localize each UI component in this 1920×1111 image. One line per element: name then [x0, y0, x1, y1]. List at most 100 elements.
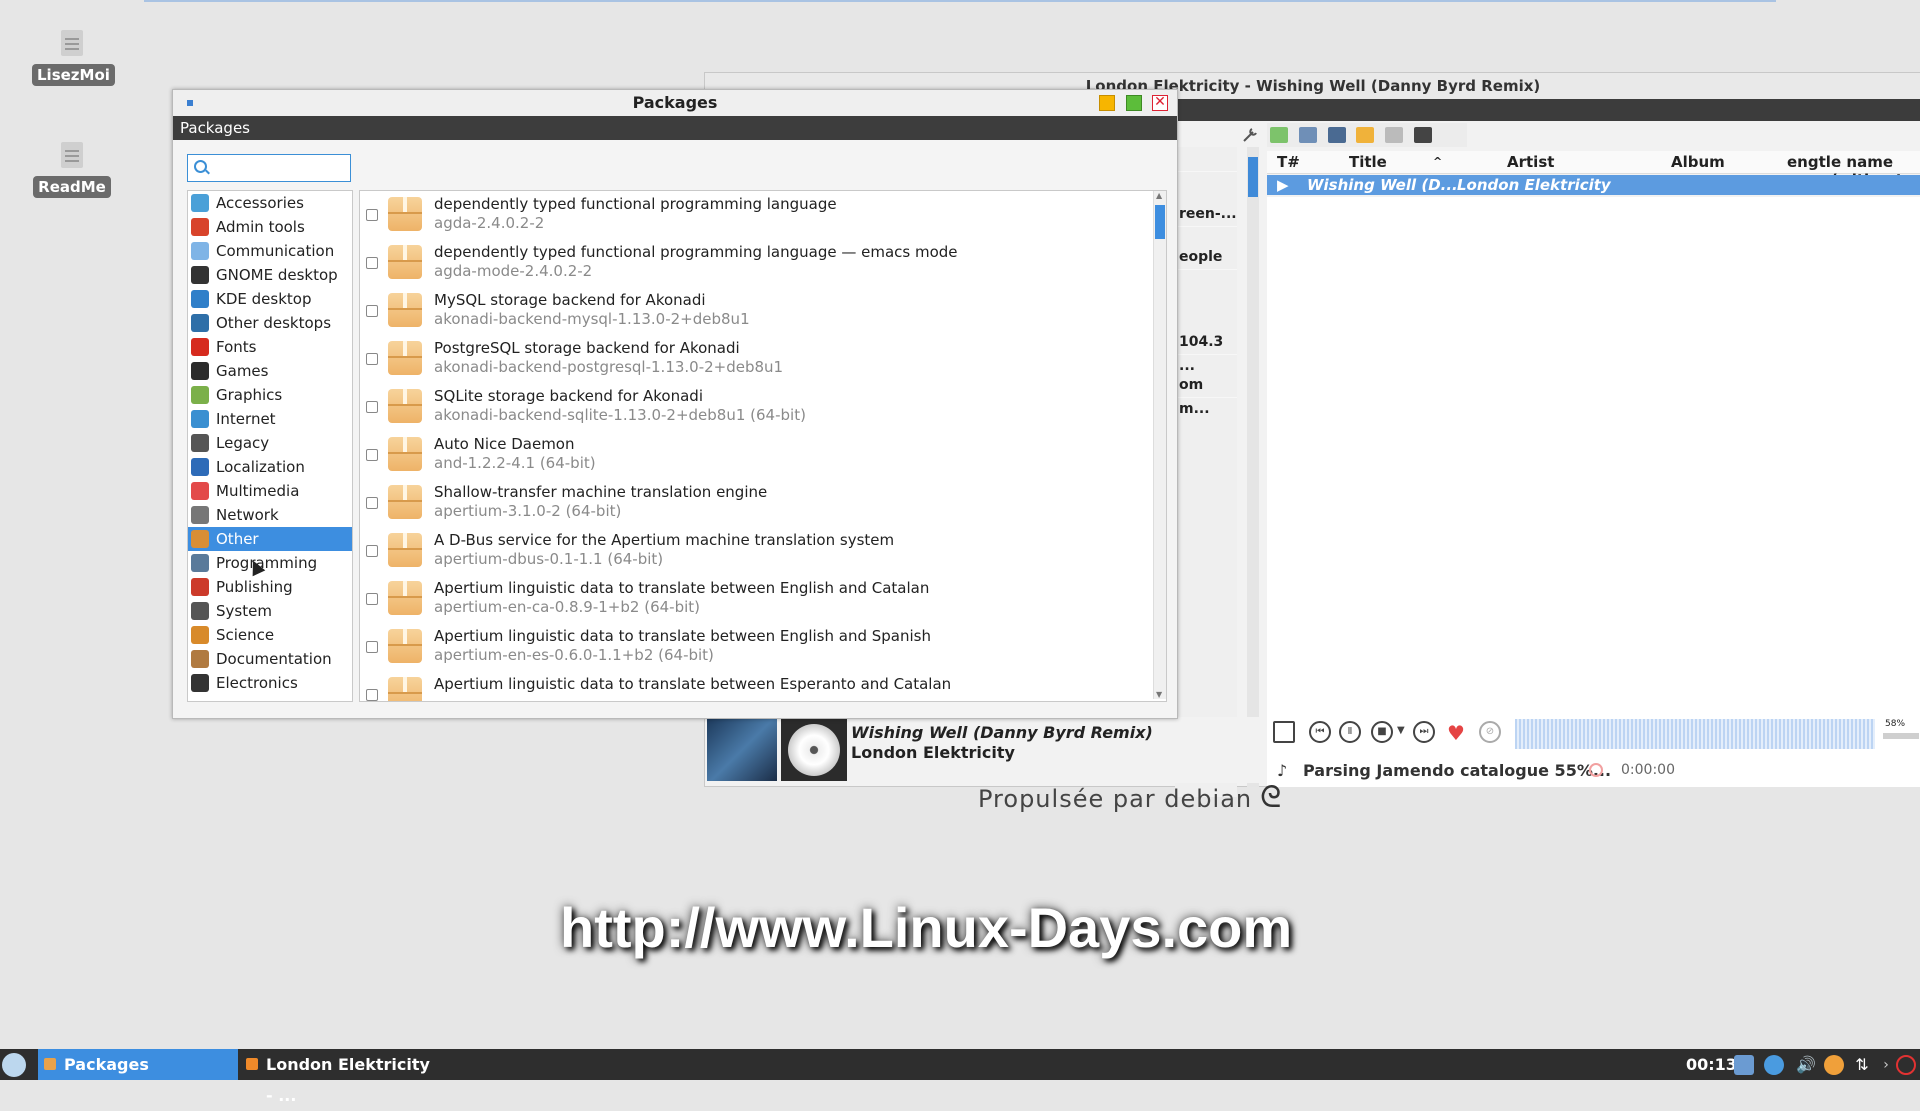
next-track-button[interactable]: ⏭	[1413, 721, 1435, 743]
column-artist[interactable]: Artist	[1507, 153, 1554, 171]
power-icon[interactable]	[1896, 1055, 1916, 1075]
package-row[interactable]: Apertium linguistic data to translate be…	[360, 671, 1166, 701]
volume-icon[interactable]: 🔊	[1796, 1055, 1816, 1075]
category-item[interactable]: System	[188, 599, 352, 623]
clock[interactable]: 00:13	[1686, 1049, 1737, 1080]
column-length[interactable]: engtl	[1787, 153, 1831, 171]
chevron-down-icon[interactable]: ▼	[1397, 725, 1405, 736]
packages-window[interactable]: Packages ✕ Packages Accessories Admin too…	[172, 89, 1178, 719]
side-row[interactable]: 104.3 ...	[1175, 330, 1237, 374]
category-item[interactable]: Programming	[188, 551, 352, 575]
category-item[interactable]: Other	[188, 527, 352, 551]
playlist-row-current[interactable]: ▶ Wishing Well (D... London Elektricity	[1267, 175, 1920, 195]
wrench-icon[interactable]	[1241, 127, 1259, 143]
pause-button[interactable]: Ⅱ	[1339, 721, 1361, 743]
package-checkbox[interactable]	[366, 257, 378, 269]
stop-button[interactable]: ■	[1371, 721, 1393, 743]
desktop-icon-lisezmoi[interactable]: LisezMoi	[32, 30, 115, 86]
category-item[interactable]: Communication	[188, 239, 352, 263]
package-checkbox[interactable]	[366, 497, 378, 509]
ban-icon[interactable]: ⊘	[1479, 721, 1501, 743]
package-checkbox[interactable]	[366, 593, 378, 605]
new-playlist-icon[interactable]	[1270, 127, 1288, 143]
category-item[interactable]: KDE desktop	[188, 287, 352, 311]
category-item[interactable]: Admin tools	[188, 215, 352, 239]
side-row[interactable]	[1175, 147, 1237, 172]
network-transfer-icon[interactable]: ⇅	[1852, 1055, 1872, 1075]
category-item[interactable]: Other desktops	[188, 311, 352, 335]
package-row[interactable]: MySQL storage backend for Akonadi akonadi…	[360, 287, 1166, 335]
search-input[interactable]	[212, 157, 348, 179]
package-row[interactable]: PostgreSQL storage backend for Akonadi ak…	[360, 335, 1166, 383]
package-row[interactable]: Shallow-transfer machine translation eng…	[360, 479, 1166, 527]
export-icon[interactable]	[1413, 127, 1432, 143]
tray-expand-icon[interactable]: ›	[1876, 1055, 1896, 1075]
package-row[interactable]: dependently typed functional programming…	[360, 191, 1166, 239]
package-row[interactable]: Auto Nice Daemon and-1.2.2-4.1 (64-bit)	[360, 431, 1166, 479]
category-item[interactable]: Electronics	[188, 671, 352, 695]
accessibility-icon[interactable]	[1764, 1055, 1784, 1075]
category-item[interactable]: Legacy	[188, 431, 352, 455]
search-box[interactable]	[187, 154, 351, 182]
scrollbar-thumb[interactable]	[1248, 157, 1258, 197]
package-row[interactable]: Apertium linguistic data to translate be…	[360, 575, 1166, 623]
category-item[interactable]: Graphics	[188, 383, 352, 407]
package-checkbox[interactable]	[366, 545, 378, 557]
package-row[interactable]: Apertium linguistic data to translate be…	[360, 623, 1166, 671]
column-track[interactable]: T#	[1277, 153, 1300, 171]
start-menu-icon[interactable]	[2, 1053, 26, 1077]
category-item[interactable]: Games	[188, 359, 352, 383]
print-icon[interactable]	[1298, 127, 1317, 143]
category-item[interactable]: Internet	[188, 407, 352, 431]
package-checkbox[interactable]	[366, 209, 378, 221]
package-list-scrollbar[interactable]: ▲ ▼	[1153, 191, 1166, 699]
package-checkbox[interactable]	[366, 689, 378, 701]
taskbar-item-packages[interactable]: Packages	[38, 1049, 238, 1080]
category-item[interactable]: Science	[188, 623, 352, 647]
side-row[interactable]: eople	[1175, 245, 1237, 270]
category-item[interactable]: Fonts	[188, 335, 352, 359]
save-icon[interactable]	[1327, 127, 1346, 143]
category-item[interactable]: Documentation	[188, 647, 352, 671]
scrollbar-thumb[interactable]	[1155, 205, 1165, 239]
column-album[interactable]: Album	[1671, 153, 1725, 171]
media-player-tray-icon[interactable]	[1824, 1055, 1844, 1075]
category-item[interactable]: Localization	[188, 455, 352, 479]
side-row[interactable]: om m...	[1175, 373, 1237, 417]
category-item[interactable]: Multimedia	[188, 479, 352, 503]
undo-icon[interactable]	[1356, 127, 1375, 143]
category-item[interactable]: Network	[188, 503, 352, 527]
previous-track-button[interactable]: ⏮	[1309, 721, 1331, 743]
window-titlebar[interactable]: Packages ✕	[173, 90, 1177, 116]
menubar-packages[interactable]: Packages	[173, 116, 1177, 140]
package-checkbox[interactable]	[366, 401, 378, 413]
package-checkbox[interactable]	[366, 641, 378, 653]
desktop-icon-readme[interactable]: ReadMe	[32, 142, 112, 198]
heart-icon[interactable]: ♥	[1447, 721, 1465, 745]
window-menu-icon[interactable]	[187, 100, 193, 106]
package-row[interactable]: A D-Bus service for the Apertium machine…	[360, 527, 1166, 575]
redo-icon[interactable]	[1385, 127, 1404, 143]
category-item[interactable]: Publishing	[188, 575, 352, 599]
scroll-up-icon[interactable]: ▲	[1156, 191, 1162, 200]
minimize-button[interactable]	[1099, 95, 1115, 111]
column-title[interactable]: Title	[1349, 153, 1387, 171]
package-checkbox[interactable]	[366, 449, 378, 461]
scroll-down-icon[interactable]: ▼	[1156, 690, 1162, 699]
network-manager-icon[interactable]	[1734, 1055, 1754, 1075]
close-button[interactable]: ✕	[1152, 95, 1168, 111]
playlist-body[interactable]	[1267, 197, 1920, 787]
stop-record-icon[interactable]	[1589, 763, 1603, 777]
category-item[interactable]: Accessories	[188, 191, 352, 215]
volume-slider[interactable]	[1883, 733, 1919, 739]
package-checkbox[interactable]	[366, 305, 378, 317]
package-checkbox[interactable]	[366, 353, 378, 365]
playlist-toggle-icon[interactable]	[1273, 721, 1295, 743]
maximize-button[interactable]	[1126, 95, 1142, 111]
category-item[interactable]: GNOME desktop	[188, 263, 352, 287]
taskbar-item-music-player[interactable]: London Elektricity - ...	[240, 1049, 440, 1105]
package-row[interactable]: dependently typed functional programming…	[360, 239, 1166, 287]
side-scrollbar[interactable]	[1247, 147, 1259, 787]
side-row[interactable]: reen-...	[1175, 202, 1237, 227]
package-row[interactable]: SQLite storage backend for Akonadi akonad…	[360, 383, 1166, 431]
